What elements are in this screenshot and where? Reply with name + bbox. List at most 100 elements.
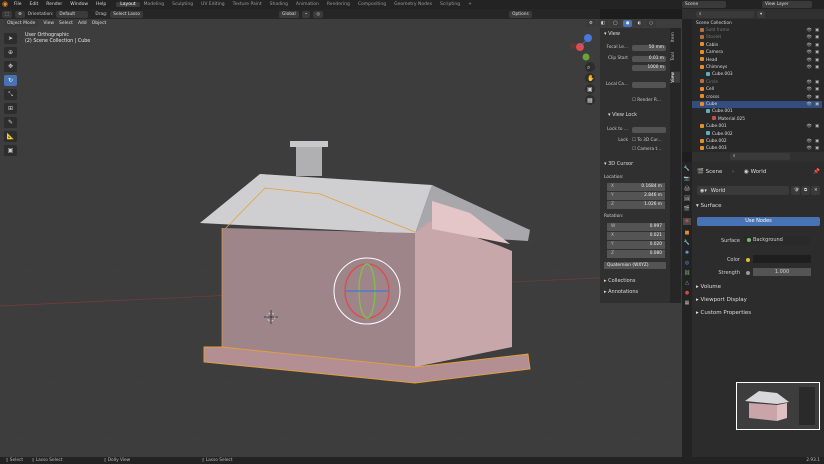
lock-to-3d-cursor-checkbox[interactable]: ☐ To 3D Cur... (632, 138, 662, 143)
unlink-world-icon[interactable]: ✕ (811, 186, 820, 195)
chimney[interactable] (290, 141, 328, 176)
proportional-edit-icon[interactable]: ◎ (313, 10, 324, 18)
color-swatch[interactable] (753, 255, 811, 263)
render-tab-icon[interactable]: 📷 (683, 176, 691, 183)
view-lock-header[interactable]: ▾ View Lock (608, 112, 637, 118)
viewport-display-panel-header[interactable]: ▸ Viewport Display (696, 297, 747, 303)
camera-icon[interactable]: ▣ (815, 123, 819, 130)
tab-item[interactable]: Item (671, 32, 680, 42)
menu-edit[interactable]: Edit (26, 2, 43, 7)
outliner-row[interactable]: Sold frame 👁 ▣ (692, 27, 822, 34)
clip-start-field[interactable]: 0.01 m (632, 56, 666, 62)
properties-search-input[interactable]: ⌕ (730, 153, 790, 160)
lock-to-object-field[interactable] (632, 127, 666, 133)
cursor-location-z[interactable]: Z 1.026 m (607, 201, 665, 209)
options-dropdown[interactable]: Options (509, 10, 532, 18)
eye-icon[interactable]: 👁 (807, 49, 812, 56)
local-camera-field[interactable] (632, 82, 666, 88)
outliner-row[interactable]: crosss 👁 ▣ (692, 94, 822, 101)
particles-tab-icon[interactable]: ✺ (683, 250, 691, 257)
outliner-search-input[interactable]: ⌕ (696, 10, 754, 18)
cursor-rotation-y[interactable]: Y 0.020 (607, 241, 665, 249)
solid-shading-icon[interactable]: ● (622, 20, 633, 27)
rotate-tool-icon[interactable]: ↻ (4, 75, 17, 86)
eye-icon[interactable]: 👁 (807, 42, 812, 49)
transform-orientation-icon[interactable]: ⊕ (15, 10, 25, 18)
texture-tab-icon[interactable]: ▦ (683, 300, 691, 307)
cursor-tool-icon[interactable]: ⊕ (4, 47, 17, 58)
focal-length-field[interactable]: 50 mm (632, 45, 666, 51)
tab-view[interactable]: View (671, 72, 680, 83)
navigation-gizmo[interactable] (570, 34, 592, 61)
tab-sculpting[interactable]: Sculpting (168, 2, 197, 7)
annotate-tool-icon[interactable]: ✎ (4, 117, 17, 128)
tab-rendering[interactable]: Rendering (323, 2, 354, 7)
eye-icon[interactable]: 👁 (807, 123, 812, 130)
camera-to-view-checkbox[interactable]: ☐ Camera t... (632, 147, 661, 152)
clip-end-field[interactable]: 1000 m (632, 65, 666, 71)
filter-icon[interactable]: ▾ (757, 10, 766, 18)
material-tab-icon[interactable]: ● (683, 290, 691, 297)
tab-texture-paint[interactable]: Texture Paint (229, 2, 266, 7)
eye-icon[interactable]: 👁 (807, 86, 812, 93)
camera-icon[interactable]: ▣ (815, 49, 819, 56)
camera-icon[interactable]: ▣ (815, 138, 819, 145)
pin-icon[interactable]: 📌 (813, 169, 820, 175)
world-selector[interactable]: ◉▾ World (697, 186, 789, 195)
material-shading-icon[interactable]: ◐ (634, 20, 645, 27)
camera-icon[interactable]: ▣ (815, 57, 819, 64)
custom-properties-panel-header[interactable]: ▸ Custom Properties (696, 310, 751, 316)
scale-tool-icon[interactable]: ⤡ (4, 89, 17, 100)
tab-layout[interactable]: Layout (116, 2, 140, 7)
eye-icon[interactable]: 👁 (807, 101, 812, 108)
color-socket-icon[interactable] (746, 258, 750, 262)
surface-panel-header[interactable]: ▾ Surface (696, 203, 721, 209)
viewport-scene[interactable]: ⌕ ✋ ▣ ▦ (0, 19, 683, 457)
drag-dropdown[interactable]: Select Lasso (110, 10, 144, 18)
menu-help[interactable]: Help (92, 2, 110, 7)
outliner-row[interactable]: Cube.003 (692, 71, 822, 78)
camera-icon[interactable]: ▣ (815, 42, 819, 49)
outliner-row[interactable]: Cube.002 👁 ▣ (692, 138, 822, 145)
view-panel-header[interactable]: ▾ View (604, 31, 620, 37)
transform-tool-icon[interactable]: ⊞ (4, 103, 17, 114)
duplicate-world-icon[interactable]: ⧉ (801, 186, 810, 195)
outliner-row[interactable]: Cube.002 (692, 131, 822, 138)
snap-icon[interactable]: ⌁ (301, 10, 311, 18)
cursor-location-y[interactable]: Y 2.846 m (607, 192, 665, 200)
tab-geometry-nodes[interactable]: Geometry Nodes (390, 2, 436, 7)
orientation-dropdown[interactable]: Default (56, 10, 89, 18)
constraints-tab-icon[interactable]: ⛓ (683, 270, 691, 277)
tab-scripting[interactable]: Scripting (436, 2, 464, 7)
camera-icon[interactable]: ▣ (815, 79, 819, 86)
outliner-row[interactable]: Cube.001 👁 ▣ (692, 123, 822, 130)
add-cube-tool-icon[interactable]: ▣ (4, 145, 17, 156)
collections-header[interactable]: ▸ Collections (604, 278, 635, 284)
camera-icon[interactable]: ▣ (815, 101, 819, 108)
add-workspace-icon[interactable]: + (464, 2, 476, 7)
eye-icon[interactable]: 👁 (807, 94, 812, 101)
tab-shading[interactable]: Shading (266, 2, 292, 7)
volume-panel-header[interactable]: ▸ Volume (696, 284, 721, 290)
outliner-row[interactable]: Material.025 (692, 116, 822, 123)
scene-tab-icon[interactable]: 🎬 (683, 206, 691, 213)
menu-select[interactable]: Select (59, 21, 73, 26)
outliner-row[interactable]: Cell 👁 ▣ (692, 86, 822, 93)
menu-render[interactable]: Render (42, 2, 66, 7)
cursor-rotation-w[interactable]: W 0.997 (607, 223, 665, 231)
outliner-row[interactable]: Camera 👁 ▣ (692, 49, 822, 56)
physics-tab-icon[interactable]: ◎ (683, 260, 691, 267)
data-tab-icon[interactable]: △ (683, 280, 691, 287)
rendered-shading-icon[interactable]: ○ (646, 20, 656, 27)
camera-icon[interactable]: ▣ (815, 27, 819, 34)
rotation-mode-dropdown[interactable]: Quaternion (WXYZ) (604, 262, 666, 269)
outliner-row[interactable]: Head 👁 ▣ (692, 57, 822, 64)
eye-icon[interactable]: 👁 (807, 64, 812, 71)
select-tool-icon[interactable]: ➤ (4, 33, 17, 44)
camera-icon[interactable]: ▣ (815, 64, 819, 71)
cursor-rotation-z[interactable]: Z 0.080 (607, 250, 665, 258)
menu-add[interactable]: Add (78, 21, 87, 26)
outliner-row[interactable]: Chimneys 👁 ▣ (692, 64, 822, 71)
tab-tool[interactable]: Tool (671, 52, 680, 61)
outliner-row-selected[interactable]: Cube 👁 ▣ (692, 101, 822, 109)
